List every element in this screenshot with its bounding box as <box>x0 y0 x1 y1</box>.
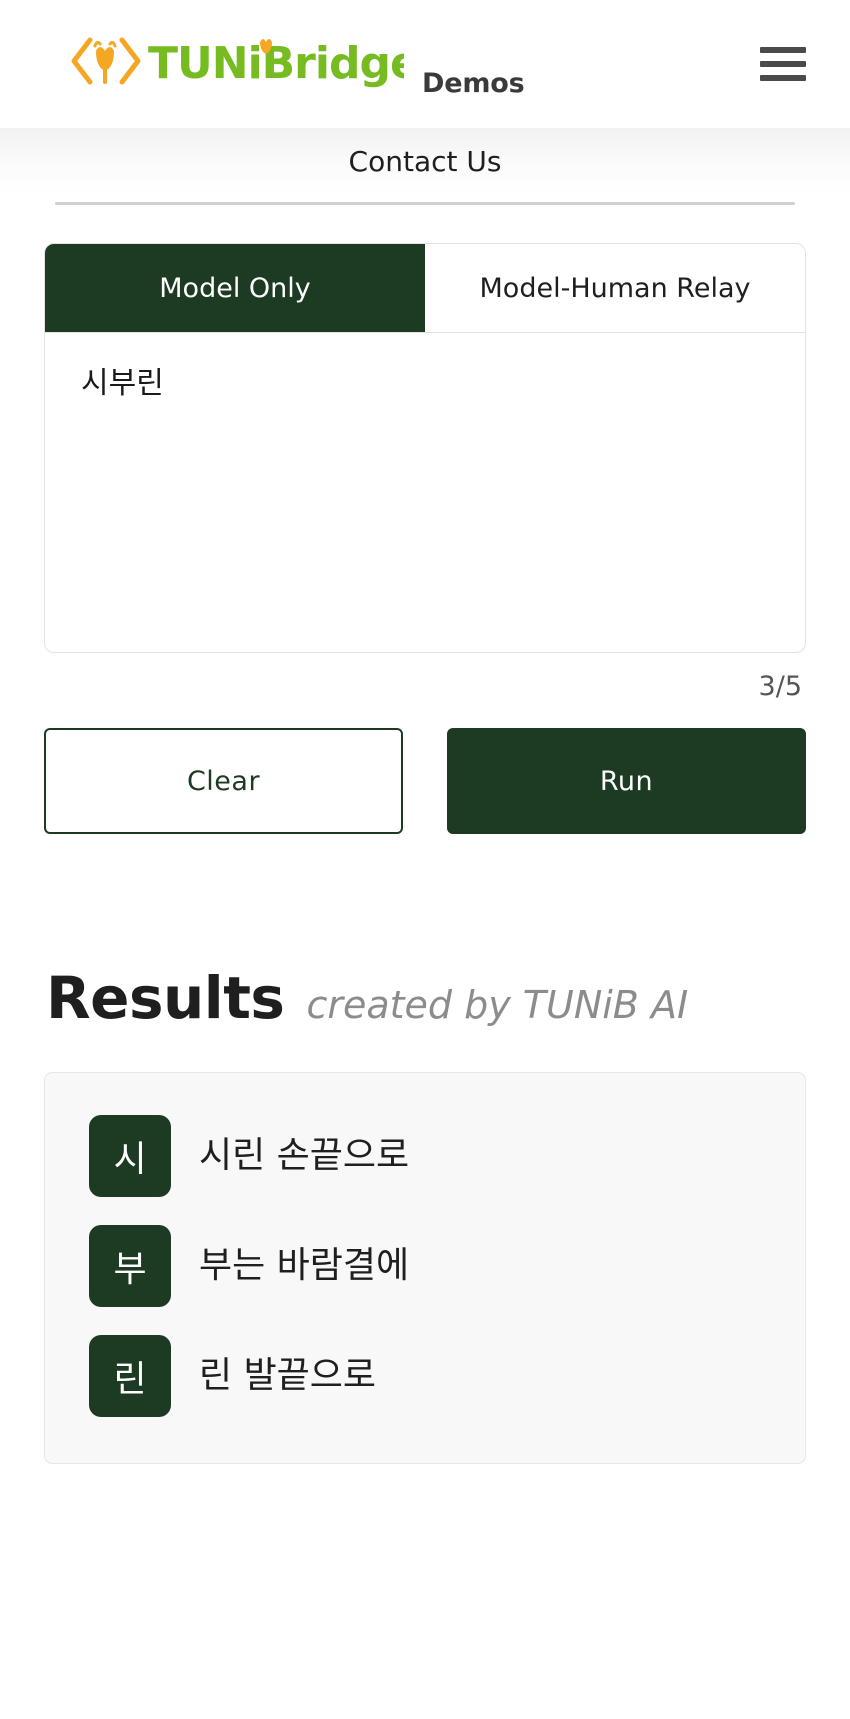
contact-strip: Contact Us <box>0 128 850 194</box>
result-line: 부는 바람결에 <box>199 1245 410 1287</box>
result-row: 시 시린 손끝으로 <box>89 1115 761 1197</box>
clear-button[interactable]: Clear <box>44 728 403 834</box>
syllable-badge-label: 린 <box>113 1359 147 1400</box>
hamburger-menu-icon[interactable] <box>760 47 806 81</box>
results-subtitle: created by TUNiB AI <box>306 983 689 1027</box>
header-divider <box>55 202 795 205</box>
main-content: Model Only Model-Human Relay 3/5 Clear R… <box>0 243 850 1464</box>
tab-model-only-label: Model Only <box>159 272 311 304</box>
tab-model-human-relay[interactable]: Model-Human Relay <box>425 244 805 332</box>
results-header: Results created by TUNiB AI <box>44 964 806 1032</box>
mode-tabs: Model Only Model-Human Relay <box>44 243 806 333</box>
character-counter: 3/5 <box>758 671 802 702</box>
result-line: 시린 손끝으로 <box>199 1135 410 1177</box>
clear-button-label: Clear <box>186 765 261 797</box>
prompt-input-container[interactable] <box>44 333 806 653</box>
tab-model-only[interactable]: Model Only <box>45 244 425 332</box>
hamburger-bar-2 <box>760 61 806 67</box>
svg-text:TUNiBridge: TUNiBridge <box>148 38 404 88</box>
tunibridge-logo[interactable]: TUNiBridge <box>64 34 404 88</box>
syllable-badge: 린 <box>89 1335 171 1417</box>
hamburger-bar-1 <box>760 47 806 53</box>
tab-model-human-relay-label: Model-Human Relay <box>479 272 751 304</box>
site-header: TUNiBridge Demos <box>0 0 850 128</box>
syllable-badge-label: 시 <box>113 1139 147 1180</box>
run-button[interactable]: Run <box>447 728 806 834</box>
syllable-badge: 부 <box>89 1225 171 1307</box>
result-row: 부 부는 바람결에 <box>89 1225 761 1307</box>
hamburger-bar-3 <box>760 75 806 81</box>
brand-lockup[interactable]: TUNiBridge Demos <box>64 34 760 99</box>
result-line: 린 발끝으로 <box>199 1355 377 1397</box>
syllable-badge: 시 <box>89 1115 171 1197</box>
prompt-input[interactable] <box>81 363 769 622</box>
header-section-label: Demos <box>422 67 525 99</box>
results-title: Results <box>46 964 285 1032</box>
results-card: 시 시린 손끝으로 부 부는 바람결에 린 린 발끝으로 <box>44 1072 806 1464</box>
contact-us-link[interactable]: Contact Us <box>349 145 502 178</box>
syllable-badge-label: 부 <box>113 1249 147 1290</box>
action-buttons: Clear Run <box>44 728 806 834</box>
run-button-label: Run <box>599 765 654 797</box>
result-row: 린 린 발끝으로 <box>89 1335 761 1417</box>
app-root: TUNiBridge Demos Contact Us Model Only M… <box>0 0 850 1719</box>
